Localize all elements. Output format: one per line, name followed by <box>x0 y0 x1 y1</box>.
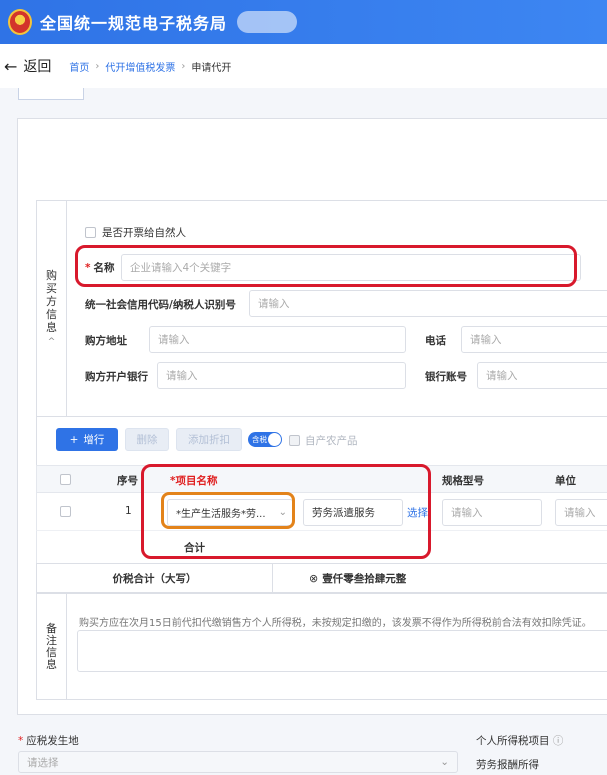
tax-inclusive-toggle[interactable]: 含税 <box>248 432 282 447</box>
add-row-button[interactable]: + 增行 <box>56 428 118 451</box>
income-item-label: 个人所得税项目 <box>476 735 550 747</box>
income-item-label-row: 个人所得税项目 ⓘ <box>476 733 563 748</box>
select-all-checkbox[interactable] <box>60 474 71 485</box>
credit-code-input[interactable]: 请输入 <box>249 290 607 317</box>
required-mark: * <box>18 735 24 747</box>
account-input[interactable]: 请输入 <box>477 362 607 389</box>
bank-label: 购方开户银行 <box>85 371 148 383</box>
phone-label-row: 电话 <box>425 333 446 348</box>
back-label: 返回 <box>23 59 52 75</box>
chevron-right-icon: › <box>95 60 100 72</box>
remark-title-char: 备 <box>46 621 57 635</box>
spec-input[interactable]: 请输入 <box>442 499 542 526</box>
natural-person-row: 是否开票给自然人 <box>85 225 186 240</box>
tax-location-label-row: * 应税发生地 <box>18 733 79 748</box>
add-discount-button[interactable]: 添加折扣 <box>176 428 242 451</box>
col-seq: 序号 <box>117 475 138 487</box>
remark-title-char: 注 <box>46 633 57 647</box>
collapse-caret-icon[interactable]: ^ <box>48 336 56 349</box>
plus-icon: + <box>69 433 79 446</box>
account-label-row: 银行账号 <box>425 369 467 384</box>
delete-button[interactable]: 删除 <box>125 428 169 451</box>
toggle-knob <box>268 433 281 446</box>
buyer-info-section: 购 买 方 信 息 ^ 是否开票给自然人 * 名称 企业请输入4个关键字 统一社会… <box>36 200 607 417</box>
farm-products-row: 自产农产品 <box>289 433 358 448</box>
breadcrumb-current: 申请代开 <box>191 62 232 74</box>
unit-input[interactable]: 请输入 <box>555 499 607 526</box>
remark-section: 备 注 信 息 购买方应在次月15日前代扣代缴销售方个人所得税，未按规定扣缴的，… <box>36 593 607 700</box>
buyer-title-char: 购 <box>46 268 57 282</box>
tax-emblem-icon <box>8 9 32 35</box>
app-header: 全国统一规范电子税务局 <box>0 0 607 44</box>
tax-location-select[interactable]: 请选择 ⌄ <box>18 751 458 773</box>
price-tax-total-row: 价税合计（大写） ⊗ 壹仟零叁拾肆元整 <box>36 563 607 593</box>
price-tax-total-value: 壹仟零叁拾肆元整 <box>322 572 407 585</box>
remark-textarea[interactable] <box>77 630 607 672</box>
tax-location-placeholder: 请选择 <box>27 756 59 769</box>
back-button[interactable]: ← 返回 <box>4 56 51 76</box>
col-spec: 规格型号 <box>442 475 484 487</box>
farm-products-label: 自产农产品 <box>305 435 358 447</box>
remark-section-title: 备 注 信 息 <box>37 594 67 699</box>
remark-title-char: 信 <box>46 645 57 659</box>
bottom-fields: * 应税发生地 请选择 ⌄ 个人所得税项目 ⓘ 劳务报酬所得 <box>0 715 607 775</box>
buyer-title-char: 方 <box>46 294 57 308</box>
bank-input[interactable]: 请输入 <box>157 362 406 389</box>
income-item-value: 劳务报酬所得 <box>476 759 539 771</box>
address-label-row: 购方地址 <box>85 333 127 348</box>
items-toolbar: + 增行 删除 添加折扣 含税 自产农产品 <box>36 417 607 465</box>
tax-location-label: 应税发生地 <box>26 735 79 747</box>
breadcrumb: 首页 › 代开增值税发票 › 申请代开 <box>69 59 231 74</box>
bank-label-row: 购方开户银行 <box>85 369 148 384</box>
account-label: 银行账号 <box>425 371 467 383</box>
collapsed-panel-tab <box>18 88 84 100</box>
toggle-label: 含税 <box>252 435 267 444</box>
natural-person-label: 是否开票给自然人 <box>102 227 186 239</box>
breadcrumb-bar: ← 返回 首页 › 代开增值税发票 › 申请代开 <box>0 44 607 88</box>
buyer-title-char: 信 <box>46 307 57 321</box>
remark-hint: 购买方应在次月15日前代扣代缴销售方个人所得税，未按规定扣缴的，该发票不得作为所… <box>79 618 592 629</box>
breadcrumb-home[interactable]: 首页 <box>69 59 89 74</box>
col-unit: 单位 <box>555 475 576 487</box>
circle-x-icon: ⊗ <box>309 571 319 585</box>
chevron-down-icon: ⌄ <box>440 756 449 768</box>
region-selector[interactable] <box>237 11 298 33</box>
address-input[interactable]: 请输入 <box>149 326 406 353</box>
app-title: 全国统一规范电子税务局 <box>40 14 228 33</box>
info-icon[interactable]: ⓘ <box>553 735 564 747</box>
remark-title-char: 息 <box>46 657 57 671</box>
phone-input[interactable]: 请输入 <box>461 326 607 353</box>
credit-code-label-row: 统一社会信用代码/纳税人识别号 <box>85 297 236 312</box>
price-tax-total-label: 价税合计（大写） <box>37 564 273 592</box>
row-seq: 1 <box>125 505 132 517</box>
buyer-title-char: 息 <box>46 320 57 334</box>
farm-products-checkbox[interactable] <box>289 435 300 446</box>
chevron-right-icon: › <box>181 60 186 72</box>
highlight-item-select <box>161 492 295 529</box>
row-checkbox[interactable] <box>60 506 71 517</box>
add-row-label: 增行 <box>83 434 105 446</box>
highlight-name-field <box>75 245 577 287</box>
back-arrow-icon: ← <box>4 56 18 76</box>
credit-code-label: 统一社会信用代码/纳税人识别号 <box>85 299 236 311</box>
natural-person-checkbox[interactable] <box>85 227 96 238</box>
buyer-section-title[interactable]: 购 买 方 信 息 ^ <box>37 201 67 416</box>
breadcrumb-invoice[interactable]: 代开增值税发票 <box>105 59 175 74</box>
buyer-title-char: 买 <box>46 281 57 295</box>
address-label: 购方地址 <box>85 335 127 347</box>
phone-label: 电话 <box>425 335 446 347</box>
